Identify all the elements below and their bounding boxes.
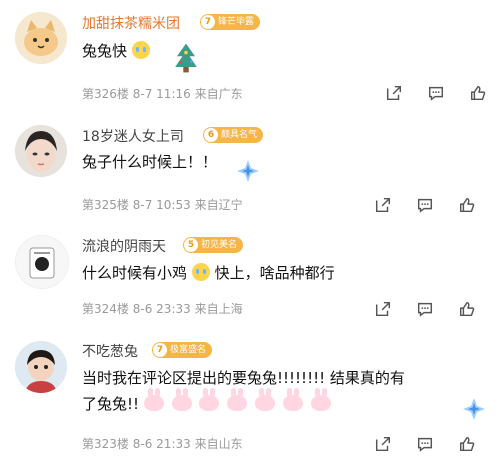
- comment-item: 流浪的阴雨天 5 初见美名 什么时候有小鸡 快上，啥品种都行 第324楼 8-6…: [0, 225, 500, 333]
- comment-item: 加甜抹茶糯米团 7 锋芒毕露 兔兔快 第326楼 8-7 11:16 来自广东: [0, 0, 500, 115]
- username[interactable]: 流浪的阴雨天: [82, 236, 166, 256]
- share-button[interactable]: [362, 433, 404, 455]
- post-date: 8-7: [132, 87, 153, 101]
- reply-button[interactable]: [404, 298, 446, 320]
- user-badge: 6 颇具名气: [203, 127, 264, 143]
- post-time: 23:33: [156, 302, 191, 316]
- username[interactable]: 不吃葱兔: [82, 341, 138, 361]
- post-location: 来自上海: [194, 302, 243, 316]
- floor-number: 第325楼: [82, 198, 129, 212]
- bunny-emoji-icon: [254, 388, 275, 411]
- post-time: 21:33: [156, 437, 191, 451]
- like-button[interactable]: [446, 433, 488, 455]
- post-date: 8-6: [132, 437, 153, 451]
- bunny-emoji-icon: [282, 388, 303, 411]
- comment-text-line1: 当时我在评论区提出的要兔兔!!!!!!!! 结果真的有: [82, 369, 405, 387]
- thumbs-up-icon: [459, 436, 475, 452]
- share-icon: [375, 301, 391, 317]
- user-badge: 7 极富盛名: [152, 342, 213, 358]
- thumbs-up-icon: [470, 85, 486, 101]
- comment-icon: [417, 198, 433, 213]
- post-time: 11:16: [156, 87, 191, 101]
- comment-text-line2: 了兔兔!!: [82, 388, 334, 414]
- badge-level: 6: [204, 128, 218, 142]
- badge-label: 初见美名: [201, 240, 238, 250]
- comment-icon: [417, 302, 433, 317]
- like-button[interactable]: [457, 82, 499, 104]
- badge-level: 7: [201, 15, 215, 29]
- avatar[interactable]: [15, 341, 67, 393]
- username[interactable]: 18岁迷人女上司: [82, 126, 184, 146]
- comment-text-part2: 快上，啥品种都行: [214, 264, 335, 282]
- bunny-emoji-icon: [227, 388, 248, 411]
- post-location: 来自辽宁: [194, 198, 243, 212]
- sparkle-icon: [237, 160, 259, 182]
- user-avatar-image: [15, 125, 67, 177]
- badge-label: 极富盛名: [170, 345, 207, 355]
- reply-button[interactable]: [415, 82, 457, 104]
- comment-icon: [428, 86, 444, 101]
- share-icon: [375, 436, 391, 452]
- comment-item: 18岁迷人女上司 6 颇具名气 兔子什么时候上！！ 第325楼 8-7 10:5…: [0, 115, 500, 225]
- share-icon: [375, 197, 391, 213]
- comment-text-content: 了兔兔!!: [82, 395, 140, 413]
- badge-level: 5: [184, 238, 198, 252]
- thumbs-up-icon: [459, 301, 475, 317]
- floor-number: 第326楼: [82, 87, 129, 101]
- comment-meta: 第326楼 8-7 11:16 来自广东: [82, 85, 243, 102]
- comment-meta: 第325楼 8-7 10:53 来自辽宁: [82, 196, 243, 213]
- post-date: 8-6: [132, 302, 153, 316]
- bunny-emoji-icon: [143, 388, 164, 411]
- avatar[interactable]: [15, 12, 67, 64]
- user-avatar-image: [16, 236, 68, 288]
- comment-text-part1: 什么时候有小鸡: [82, 264, 188, 282]
- user-badge: 5 初见美名: [183, 237, 244, 253]
- share-button[interactable]: [362, 194, 404, 216]
- comment-actions: [373, 82, 499, 104]
- comment-text: 什么时候有小鸡 快上，啥品种都行: [82, 262, 335, 283]
- tree-sticker-icon: [175, 43, 197, 73]
- thumbs-up-icon: [459, 197, 475, 213]
- share-button[interactable]: [373, 82, 415, 104]
- share-icon: [386, 85, 402, 101]
- post-location: 来自山东: [194, 437, 243, 451]
- bunny-emoji-icon: [310, 388, 331, 411]
- sparkle-icon: [463, 398, 485, 420]
- avatar[interactable]: [15, 235, 69, 289]
- comment-actions: [362, 194, 488, 216]
- comment-actions: [362, 433, 488, 455]
- post-location: 来自广东: [194, 87, 243, 101]
- crying-emoji-icon: [131, 41, 150, 59]
- cat-avatar-image: [15, 12, 67, 64]
- user-avatar-image: [15, 341, 67, 393]
- floor-number: 第324楼: [82, 302, 129, 316]
- comment-text-content: 兔兔快: [82, 42, 128, 60]
- floor-number: 第323楼: [82, 437, 129, 451]
- reply-button[interactable]: [404, 194, 446, 216]
- badge-level: 7: [153, 343, 167, 357]
- share-button[interactable]: [362, 298, 404, 320]
- bunny-emoji-icon: [171, 388, 192, 411]
- like-button[interactable]: [446, 194, 488, 216]
- comment-text: 兔子什么时候上！！: [82, 153, 218, 171]
- badge-label: 锋芒毕露: [218, 17, 255, 27]
- post-date: 8-7: [132, 198, 153, 212]
- bunny-emoji-icon: [199, 388, 220, 411]
- reply-button[interactable]: [404, 433, 446, 455]
- comment-meta: 第323楼 8-6 21:33 来自山东: [82, 435, 243, 452]
- badge-label: 颇具名气: [221, 130, 258, 140]
- avatar[interactable]: [15, 125, 67, 177]
- like-button[interactable]: [446, 298, 488, 320]
- post-time: 10:53: [156, 198, 191, 212]
- comment-icon: [417, 437, 433, 452]
- comment-text: 兔兔快: [82, 40, 150, 61]
- username[interactable]: 加甜抹茶糯米团: [82, 13, 180, 33]
- user-badge: 7 锋芒毕露: [200, 14, 261, 30]
- comment-actions: [362, 298, 488, 320]
- comment-meta: 第324楼 8-6 23:33 来自上海: [82, 300, 243, 317]
- crying-emoji-icon: [191, 263, 210, 281]
- comment-item: 不吃葱兔 7 极富盛名 当时我在评论区提出的要兔兔!!!!!!!! 结果真的有 …: [0, 333, 500, 464]
